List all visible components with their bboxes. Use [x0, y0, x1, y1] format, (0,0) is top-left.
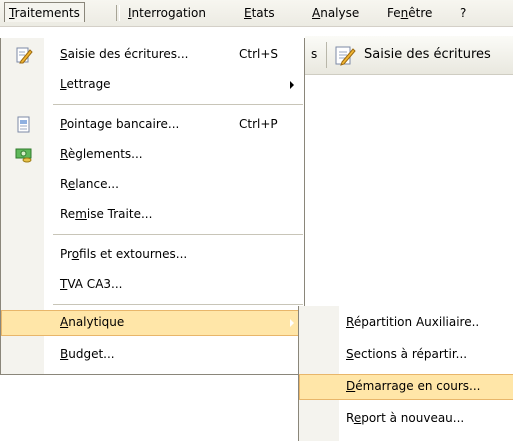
toolbar: s Saisie des écritures — [305, 36, 513, 75]
menu-item-pointage-bancaire[interactable]: Pointage bancaire... Ctrl+P — [1, 112, 304, 138]
shortcut-label: Ctrl+S — [239, 47, 279, 61]
submenu-item-report-a-nouveau[interactable]: Report à nouveau... — [299, 406, 513, 432]
menu-fenetre[interactable]: Fenêtre — [387, 4, 432, 22]
menu-item-remise-traite[interactable]: Remise Traite... — [1, 202, 304, 228]
money-icon — [15, 148, 32, 163]
traitements-dropdown: Saisie des écritures... Ctrl+S Lettrage … — [0, 38, 305, 375]
submenu-item-sections-a-repartir[interactable]: Sections à répartir... — [299, 342, 513, 368]
menu-item-budget[interactable]: Budget... — [1, 342, 304, 368]
analytique-submenu: Répartition Auxiliaire.. Sections à répa… — [298, 306, 513, 441]
menu-item-relance[interactable]: Relance... — [1, 172, 304, 198]
menu-analyse[interactable]: Analyse — [312, 4, 359, 22]
menu-item-lettrage[interactable]: Lettrage — [1, 72, 304, 98]
menu-divider — [53, 304, 303, 305]
menu-help[interactable]: ? — [460, 4, 466, 22]
toolbar-separator — [326, 42, 327, 68]
menu-item-profils-extournes[interactable]: Profils et extournes... — [1, 242, 304, 268]
menu-divider — [53, 104, 303, 105]
menu-interrogation[interactable]: Interrogation — [128, 4, 206, 22]
submenu-item-repartition-auxiliaire[interactable]: Répartition Auxiliaire.. — [299, 310, 513, 336]
submenu-arrow-icon — [290, 319, 294, 327]
submenu-item-demarrage-en-cours[interactable]: Démarrage en cours... — [299, 374, 513, 400]
toolbar-button-fragment[interactable]: s — [311, 47, 317, 61]
menu-etats[interactable]: Etats — [244, 4, 275, 22]
toolbar-saisie-label[interactable]: Saisie des écritures — [364, 47, 491, 62]
pencil-doc-icon[interactable] — [334, 44, 356, 66]
menu-item-reglements[interactable]: Règlements... — [1, 142, 304, 168]
bank-doc-icon — [17, 116, 30, 133]
menu-item-analytique[interactable]: Analytique — [1, 310, 304, 336]
menu-item-saisie-ecritures[interactable]: Saisie des écritures... Ctrl+S — [1, 42, 304, 68]
menu-separator — [116, 5, 120, 21]
pencil-doc-icon — [16, 47, 33, 64]
menu-divider — [53, 234, 303, 235]
menu-bar: Traitements Interrogation Etats Analyse … — [0, 0, 513, 27]
menu-item-tva-ca3[interactable]: TVA CA3... — [1, 272, 304, 298]
menu-traitements[interactable]: Traitements — [4, 2, 85, 22]
shortcut-label: Ctrl+P — [239, 117, 278, 131]
submenu-arrow-icon — [290, 81, 294, 89]
